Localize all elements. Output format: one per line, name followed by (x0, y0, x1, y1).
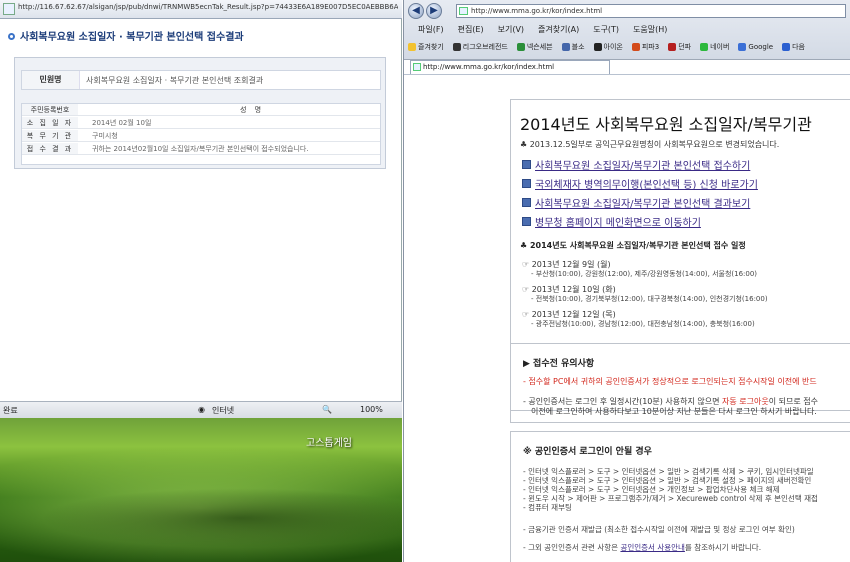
right-address-text[interactable]: http://www.mma.go.kr/kor/index.html (471, 7, 602, 15)
schedule-venues: - 부산청(10:00), 강원청(12:00), 제주/강원영동청(14:00… (531, 270, 758, 278)
favorite-item[interactable]: 던파 (668, 42, 691, 52)
schedule-venues: - 전북청(10:00), 경기북부청(12:00), 대구경북청(14:00)… (531, 295, 768, 303)
checkbox-icon (522, 160, 531, 169)
cert-item: - 금융기관 인증서 재발급 (최소한 접수시작일 이전에 재발급 및 정상 로… (523, 525, 795, 534)
favorite-item[interactable]: 블소 (561, 42, 585, 52)
browser-toolbar: ◀ ▶ http://www.mma.go.kr/kor/index.html … (404, 0, 850, 60)
menu-tools[interactable]: 도구(T) (593, 24, 619, 35)
favorite-item[interactable]: 피파3 (631, 42, 659, 52)
link-apply[interactable]: 사회복무요원 소집일자/복무기관 본인선택 접수하기 (522, 157, 750, 172)
site-icon (452, 43, 461, 51)
page-icon (459, 7, 468, 15)
page-icon (413, 63, 421, 71)
rrn-row: 주민등록번호 성 명 (22, 104, 380, 116)
site-icon (668, 43, 677, 51)
site-icon (782, 43, 791, 51)
checkbox-icon (522, 179, 531, 188)
schedule-venues: - 광주전남청(10:00), 경남청(12:00), 대전충남청(14:00)… (531, 320, 755, 328)
browser-tab[interactable]: http://www.mma.go.kr/kor/index.html (410, 60, 610, 74)
favorite-item[interactable]: 네이버 (700, 42, 729, 52)
left-address-bar[interactable]: http://116.67.62.67/alsigan/jsp/pub/dnwi… (0, 0, 402, 19)
site-icon (593, 43, 602, 51)
star-icon (408, 43, 416, 51)
menu-view[interactable]: 보기(V) (498, 24, 524, 35)
link-overseas[interactable]: 국외체재자 병역의무이행(본인선택 등) 신청 바로가기 (522, 176, 758, 191)
cert-title: ※ 공인인증서 로그인이 안될 경우 (523, 447, 652, 457)
site-icon (631, 43, 640, 51)
menu-file[interactable]: 파일(F) (418, 24, 444, 35)
page-content: 2014년도 사회복무요원 소집일자/복무기관 ♣ 2013.12.5일부로 공… (404, 74, 850, 562)
favorite-item[interactable]: 넥슨세븐 (516, 42, 553, 52)
caution-box: ▶ 접수전 유의사항 - 접수할 PC에서 귀하의 공인인증서가 정상적으로 로… (510, 343, 850, 423)
result-row: 접 수 결 과 귀하는 2014년02월10일 소집일자/복무기관 본인선택이 … (22, 143, 380, 155)
cert-help-box: ※ 공인인증서 로그인이 안될 경우 - 인터넷 익스플로러 > 도구 > 인터… (510, 431, 850, 562)
menu-bar: 파일(F) 편집(E) 보기(V) 즐겨찾기(A) 도구(T) 도움말(H) (404, 21, 850, 37)
forward-button[interactable]: ▶ (426, 3, 442, 19)
result-panel: 민원명 사회복무요원 소집일자 · 복무기관 본인선택 조회결과 주민등록번호 … (14, 57, 386, 169)
checkbox-icon (522, 217, 531, 226)
schedule-title: ♣ 2014년도 사회복무요원 소집일자/복무기관 본인선택 접수 일정 (520, 241, 746, 250)
agency-row: 복 무 기 관 구미시청 (22, 130, 380, 142)
date-row: 소 집 일 자 2014년 02월 10일 (22, 117, 380, 129)
cert-item: - 컴퓨터 재부팅 (523, 503, 572, 512)
zoom-level[interactable]: 100% (360, 405, 383, 414)
desktop-shortcut-label[interactable]: 고스톱게임 (306, 434, 352, 449)
bullet-icon (8, 33, 15, 40)
complaint-row: 민원명 사회복무요원 소집일자 · 복무기관 본인선택 조회결과 (21, 70, 381, 90)
rename-notice: ♣ 2013.12.5일부로 공익근무요원명칭이 사회복무요원으로 변경되었습니… (520, 140, 780, 149)
favorite-item[interactable]: 즐겨찾기 (408, 42, 444, 52)
status-zone: 인터넷 (212, 406, 235, 415)
page-heading: 2014년도 사회복무요원 소집일자/복무기관 (520, 115, 812, 134)
page-icon (3, 3, 15, 15)
globe-icon: ◉ (198, 405, 205, 414)
cert-guide-link[interactable]: 공인인증서 사용안내 (620, 543, 684, 552)
zoom-icon[interactable]: 🔍 (322, 405, 332, 414)
desktop-background: 고스톱게임 (0, 418, 402, 562)
link-result[interactable]: 사회복무요원 소집일자/복무기관 본인선택 결과보기 (522, 195, 750, 210)
site-icon (516, 43, 525, 51)
site-icon (561, 43, 570, 51)
site-icon (738, 43, 747, 51)
cert-footer: - 그외 공인인증서 관련 사항은 공인인증서 사용안내를 참조하시기 바랍니다… (523, 543, 762, 552)
checkbox-icon (522, 198, 531, 207)
site-icon (700, 43, 709, 51)
menu-edit[interactable]: 편집(E) (458, 24, 484, 35)
left-address-text[interactable]: http://116.67.62.67/alsigan/jsp/pub/dnwi… (18, 3, 398, 11)
right-address-bar[interactable]: http://www.mma.go.kr/kor/index.html (456, 4, 846, 18)
status-bar: 완료 ◉ 인터넷 🔍 100% (0, 401, 402, 418)
favorite-item[interactable]: Google (738, 43, 773, 51)
menu-help[interactable]: 도움말(H) (633, 24, 667, 35)
page-title: 사회복무요원 소집일자 · 복무기관 본인선택 접수결과 (8, 28, 244, 43)
caution-title: ▶ 접수전 유의사항 (523, 359, 595, 369)
result-grid: 주민등록번호 성 명 소 집 일 자 2014년 02월 10일 복 무 기 관… (21, 103, 381, 165)
link-home[interactable]: 병무청 홈페이지 메인화면으로 이동하기 (522, 214, 701, 229)
caution-red-text: - 접수할 PC에서 귀하의 공인인증서가 정상적으로 로그인되는지 접수시작일… (523, 377, 817, 386)
favorite-item[interactable]: 다음 (782, 42, 805, 52)
status-done: 완료 (3, 406, 18, 415)
favorite-item[interactable]: 리그오브레전드 (452, 42, 508, 52)
favorites-bar: 즐겨찾기 리그오브레전드 넥슨세븐 블소 아이온 피파3 던파 네이버 Goog… (404, 38, 850, 56)
right-browser-window: ◀ ▶ http://www.mma.go.kr/kor/index.html … (403, 0, 850, 562)
left-browser-window: http://116.67.62.67/alsigan/jsp/pub/dnwi… (0, 0, 402, 418)
caution-text-2: 이전에 로그인하여 사용하다보고 10분이상 지난 분들은 다시 로그인 하시기… (531, 407, 817, 416)
menu-favorites[interactable]: 즐겨찾기(A) (538, 24, 579, 35)
favorite-item[interactable]: 아이온 (593, 42, 623, 52)
back-button[interactable]: ◀ (408, 3, 424, 19)
